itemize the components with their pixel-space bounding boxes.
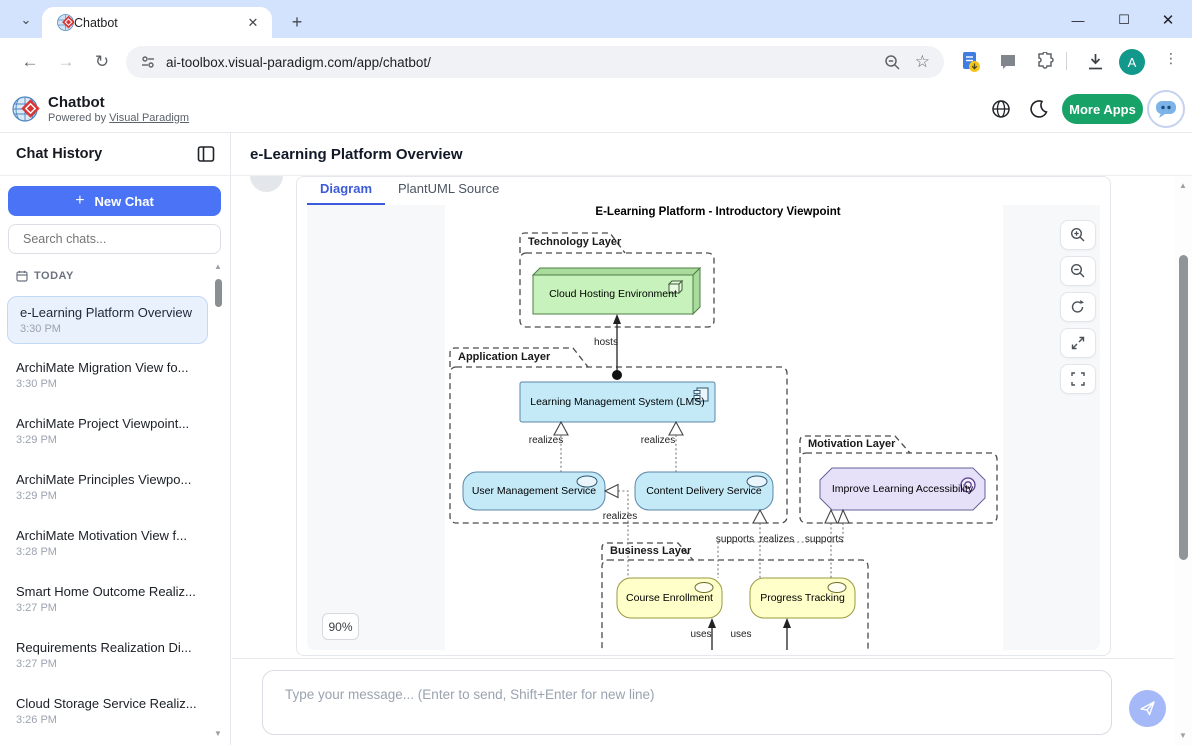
sidebar-scroll-down-icon[interactable]: ▼ — [214, 729, 222, 738]
chat-history-item[interactable]: Requirements Realization Di... 3:27 PM — [16, 640, 216, 670]
zoom-out-button[interactable] — [1060, 256, 1096, 286]
fullscreen-corners-icon — [1070, 371, 1086, 387]
relation-label-realizes: realizes — [516, 435, 576, 446]
zoom-out-page-icon[interactable] — [884, 54, 901, 71]
calendar-icon — [16, 270, 28, 282]
url-text: ai-toolbox.visual-paradigm.com/app/chatb… — [166, 55, 884, 70]
chat-history-item[interactable]: ArchiMate Motivation View f... 3:28 PM — [16, 528, 216, 558]
bookmark-star-icon[interactable]: ☆ — [915, 52, 930, 72]
node-course-enrollment[interactable]: Course Enrollment — [617, 578, 722, 618]
fullscreen-button[interactable] — [1060, 364, 1096, 394]
window-close-button[interactable]: ✕ — [1153, 8, 1183, 32]
browser-menu-kebab-icon[interactable]: ⋮ — [1161, 50, 1181, 74]
diagram-viewport[interactable]: E-Learning Platform - Introductory Viewp… — [307, 205, 1100, 650]
collapse-sidebar-icon[interactable] — [197, 145, 215, 163]
chatbot-widget-button[interactable] — [1147, 90, 1185, 128]
node-content-delivery-service[interactable]: Content Delivery Service — [635, 472, 773, 510]
diagram-title: E-Learning Platform - Introductory Viewp… — [518, 206, 918, 219]
download-icon[interactable] — [1086, 52, 1105, 71]
new-tab-button[interactable]: + — [284, 9, 310, 35]
zoom-in-button[interactable] — [1060, 220, 1096, 250]
site-settings-icon[interactable] — [140, 54, 156, 70]
chat-history-item[interactable]: ArchiMate Project Viewpoint... 3:29 PM — [16, 416, 216, 446]
toolbar-divider — [1066, 52, 1067, 70]
layer-label-technology: Technology Layer — [528, 236, 621, 248]
node-goal-accessibility[interactable]: Improve Learning Accessibility — [820, 468, 985, 510]
conversation-title: e-Learning Platform Overview — [250, 146, 463, 163]
favicon-vp-icon — [57, 14, 74, 31]
tab-title: Chatbot — [74, 16, 244, 30]
send-button[interactable] — [1129, 690, 1166, 727]
sidebar-scroll-up-icon[interactable]: ▲ — [214, 262, 222, 271]
fit-expand-button[interactable] — [1060, 328, 1096, 358]
reload-icon[interactable]: ↻ — [88, 48, 116, 76]
browser-tab[interactable]: Chatbot ✕ — [42, 7, 272, 38]
window-maximize-button[interactable]: ☐ — [1109, 8, 1139, 32]
visual-paradigm-link[interactable]: Visual Paradigm — [109, 112, 189, 124]
layer-label-business: Business Layer — [610, 545, 691, 557]
new-chat-label: New Chat — [95, 194, 154, 209]
zoom-level-badge: 90% — [322, 613, 359, 640]
expand-arrows-icon — [1070, 335, 1086, 351]
extension-docs-icon[interactable] — [960, 51, 982, 73]
tab-plantuml-source[interactable]: PlantUML Source — [398, 181, 499, 196]
relation-label-realizes: realizes — [628, 435, 688, 446]
relation-label-realizes: realizes — [590, 511, 650, 522]
node-progress-tracking[interactable]: Progress Tracking — [750, 578, 855, 618]
forward-icon[interactable]: → — [52, 48, 80, 76]
page-scroll-down-icon[interactable]: ▼ — [1179, 731, 1187, 740]
url-bar[interactable]: ai-toolbox.visual-paradigm.com/app/chatb… — [126, 46, 944, 78]
new-chat-button[interactable]: + New Chat — [8, 186, 221, 216]
page-scrollbar-thumb[interactable] — [1179, 255, 1188, 560]
extensions-puzzle-icon[interactable] — [1036, 52, 1055, 71]
relation-label-supports: supports — [794, 534, 854, 545]
chat-history-item[interactable]: ArchiMate Principles Viewpo... 3:29 PM — [16, 472, 216, 502]
language-globe-icon[interactable] — [991, 99, 1011, 119]
comment-icon[interactable] — [999, 53, 1017, 71]
app-name: Chatbot — [48, 94, 105, 111]
chat-history-item-selected[interactable]: e-Learning Platform Overview 3:30 PM — [7, 296, 208, 344]
node-lms[interactable]: Learning Management System (LMS) — [520, 382, 715, 422]
node-user-management-service[interactable]: User Management Service — [463, 472, 605, 510]
window-minimize-button[interactable]: — — [1063, 8, 1093, 32]
profile-avatar[interactable]: A — [1119, 49, 1145, 75]
zoom-out-icon — [1070, 263, 1086, 279]
tab-diagram[interactable]: Diagram — [307, 181, 385, 196]
layer-label-motivation: Motivation Layer — [808, 438, 895, 450]
sidebar-scrollbar-thumb[interactable] — [215, 279, 222, 307]
tab-search-chevron-icon[interactable]: ⌄ — [12, 7, 40, 33]
zoom-in-icon — [1070, 227, 1086, 243]
reset-icon — [1070, 299, 1086, 315]
page-scroll-up-icon[interactable]: ▲ — [1179, 181, 1187, 190]
today-section-header: TODAY — [16, 270, 74, 282]
powered-by: Powered by Visual Paradigm — [48, 112, 189, 124]
search-chats-input[interactable] — [8, 224, 221, 254]
message-input[interactable] — [262, 670, 1112, 735]
dark-mode-moon-icon[interactable] — [1029, 99, 1049, 119]
tab-close-icon[interactable]: ✕ — [244, 14, 262, 32]
node-cloud-hosting[interactable]: Cloud Hosting Environment — [533, 275, 693, 314]
more-apps-button[interactable]: More Apps — [1062, 94, 1143, 124]
sidebar-title: Chat History — [16, 146, 102, 162]
reset-zoom-button[interactable] — [1060, 292, 1096, 322]
chat-history-item[interactable]: ArchiMate Migration View fo... 3:30 PM — [16, 360, 216, 390]
relation-label-uses: uses — [711, 629, 771, 640]
visual-paradigm-logo — [11, 94, 41, 124]
plus-icon: + — [75, 192, 84, 210]
chat-bubble-icon — [1154, 98, 1178, 120]
back-icon[interactable]: ← — [16, 48, 44, 76]
send-paper-plane-icon — [1139, 700, 1156, 717]
layer-label-application: Application Layer — [458, 351, 550, 363]
assistant-avatar — [244, 176, 294, 198]
chat-history-item[interactable]: Cloud Storage Service Realiz... 3:26 PM — [16, 696, 216, 726]
app-header — [0, 86, 1192, 133]
chat-history-item[interactable]: Smart Home Outcome Realiz... 3:27 PM — [16, 584, 216, 614]
relation-label-hosts: hosts — [576, 337, 636, 348]
